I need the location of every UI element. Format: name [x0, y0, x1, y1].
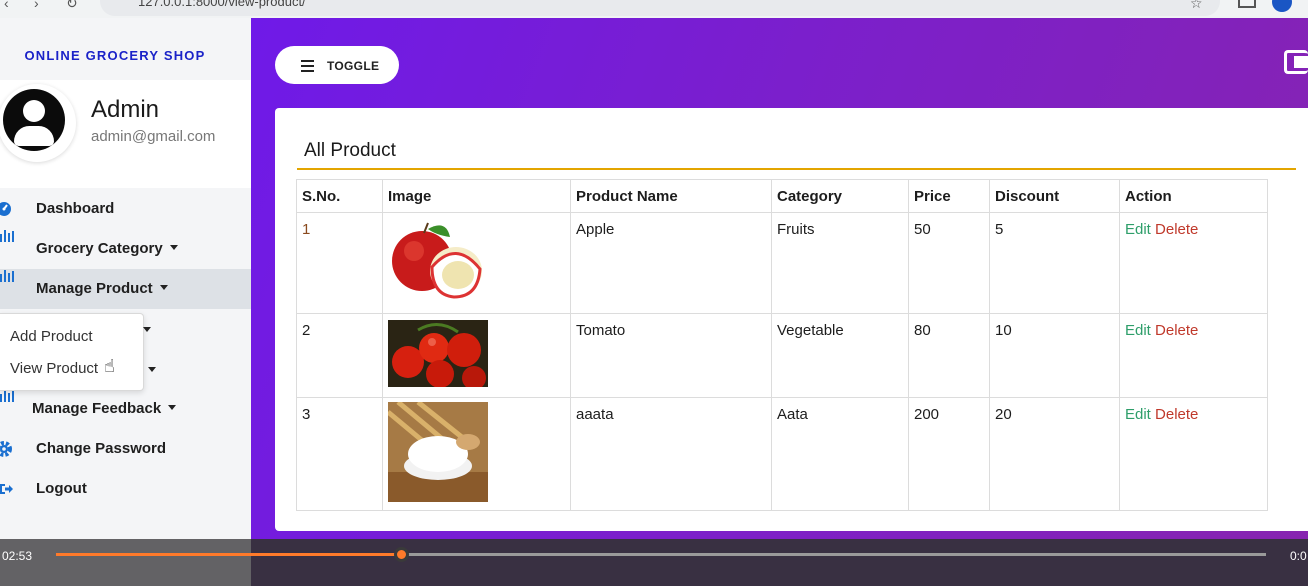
cell-product-name: aaata [570, 397, 772, 511]
cell-discount: 20 [989, 397, 1120, 511]
edit-link[interactable]: Edit [1125, 322, 1151, 339]
cell-category: Vegetable [771, 313, 909, 398]
seek-handle[interactable] [394, 547, 409, 562]
gear-icon [0, 441, 12, 457]
cell-product-name: Apple [570, 212, 772, 314]
table-header-row: S.No. Image Product Name Category Price … [296, 179, 1268, 213]
column-header: Price [908, 179, 990, 213]
video-bar-shade [0, 539, 251, 586]
admin-name: Admin [91, 96, 160, 123]
cell-category: Fruits [771, 212, 909, 314]
url-text[interactable]: 127.0.0.1:8000/view-product/ [138, 0, 306, 9]
logout-icon [0, 484, 13, 494]
delete-link[interactable]: Delete [1155, 322, 1198, 339]
caret-down-icon [168, 405, 177, 410]
cell-image [382, 313, 571, 398]
sidebar-item-dashboard[interactable]: Dashboard [0, 189, 251, 229]
toggle-button[interactable]: TOGGLE [275, 46, 399, 84]
current-time: 02:53 [2, 549, 33, 563]
avatar [0, 84, 76, 162]
cell-price: 80 [908, 313, 990, 398]
cell-discount: 5 [989, 212, 1120, 314]
cell-category: Aata [771, 397, 909, 511]
dropdown-item-view-product[interactable]: View Product [10, 360, 98, 377]
cell-product-name: Tomato [570, 313, 772, 398]
sidebar-item-manage-feedback[interactable]: Manage Feedback [0, 389, 251, 429]
tomato-image [388, 320, 488, 390]
sidebar-item-grocery-category[interactable]: Grocery Category [0, 229, 251, 269]
browser-toolbar: ‹ › ↻ 127.0.0.1:8000/view-product/ ☆ [0, 0, 1308, 18]
table-row: 2 Tomato Vegetable 80 10 Edit Delete [296, 313, 1268, 398]
table-row: 1 Apple Fruits 50 5 Edit Delete [296, 212, 1268, 314]
product-table: S.No. Image Product Name Category Price … [296, 179, 1268, 511]
delete-link[interactable]: Delete [1155, 221, 1198, 238]
sidebar-item-label: Logout [36, 480, 87, 497]
cell-discount: 10 [989, 313, 1120, 398]
admin-email: admin@gmail.com [91, 128, 216, 145]
cell-sno: 3 [296, 397, 383, 511]
title-divider [297, 168, 1296, 170]
dropdown-item-add-product[interactable]: Add Product [10, 328, 93, 345]
cell-sno: 2 [296, 313, 383, 398]
cell-action: Edit Delete [1119, 397, 1268, 511]
user-icon [3, 89, 65, 151]
column-header: Product Name [570, 179, 772, 213]
column-header: Action [1119, 179, 1268, 213]
seek-progress [56, 553, 403, 556]
manage-product-dropdown: Add Product View Product [0, 313, 156, 391]
edit-link[interactable]: Edit [1125, 406, 1151, 423]
column-header: Discount [989, 179, 1120, 213]
sidebar-item-label: Manage Feedback [32, 400, 177, 417]
delete-link[interactable]: Delete [1155, 406, 1198, 423]
column-header: S.No. [296, 179, 383, 213]
cell-price: 50 [908, 212, 990, 314]
cell-action: Edit Delete [1119, 212, 1268, 314]
table-row: 3 aaata Aata 200 20 Edit Delete [296, 397, 1268, 511]
forward-icon[interactable]: › [34, 0, 39, 11]
flour-image [386, 400, 488, 502]
hamburger-icon [301, 60, 314, 75]
brand-title: ONLINE GROCERY SHOP [24, 48, 206, 63]
apple-image [388, 219, 488, 303]
cell-image [382, 212, 571, 314]
back-icon[interactable]: ‹ [4, 0, 9, 11]
header-logout-arrow-icon [1294, 56, 1308, 68]
edit-link[interactable]: Edit [1125, 221, 1151, 238]
caret-down-icon [169, 245, 178, 250]
sidebar-item-manage-product[interactable]: Manage Product [0, 269, 251, 309]
caret-down-icon [143, 327, 151, 332]
bookmark-star-icon[interactable]: ☆ [1190, 0, 1203, 12]
admin-profile: Admin admin@gmail.com [0, 80, 251, 188]
dashboard-icon [0, 202, 11, 216]
column-header: Image [382, 179, 571, 213]
end-time: 0:0 [1290, 549, 1307, 563]
cell-sno: 1 [296, 212, 383, 314]
toggle-label: TOGGLE [327, 59, 380, 73]
page-title: All Product [304, 140, 396, 161]
sidebar-item-label: Dashboard [36, 200, 115, 217]
cell-price: 200 [908, 397, 990, 511]
sidebar-item-logout[interactable]: Logout [0, 469, 251, 509]
sidebar-item-change-password[interactable]: Change Password [0, 429, 251, 469]
caret-down-icon [148, 367, 156, 372]
hand-cursor-icon: ☝ [104, 356, 115, 376]
reload-icon[interactable]: ↻ [66, 0, 78, 12]
cell-image [382, 397, 571, 511]
download-icon[interactable] [1238, 0, 1256, 8]
column-header: Category [771, 179, 909, 213]
sidebar-item-label: Change Password [36, 440, 167, 457]
cell-action: Edit Delete [1119, 313, 1268, 398]
caret-down-icon [159, 285, 168, 290]
profile-avatar-icon[interactable] [1272, 0, 1292, 12]
sidebar-item-label: Manage Product [36, 280, 168, 297]
sidebar-item-label: Grocery Category [36, 240, 178, 257]
